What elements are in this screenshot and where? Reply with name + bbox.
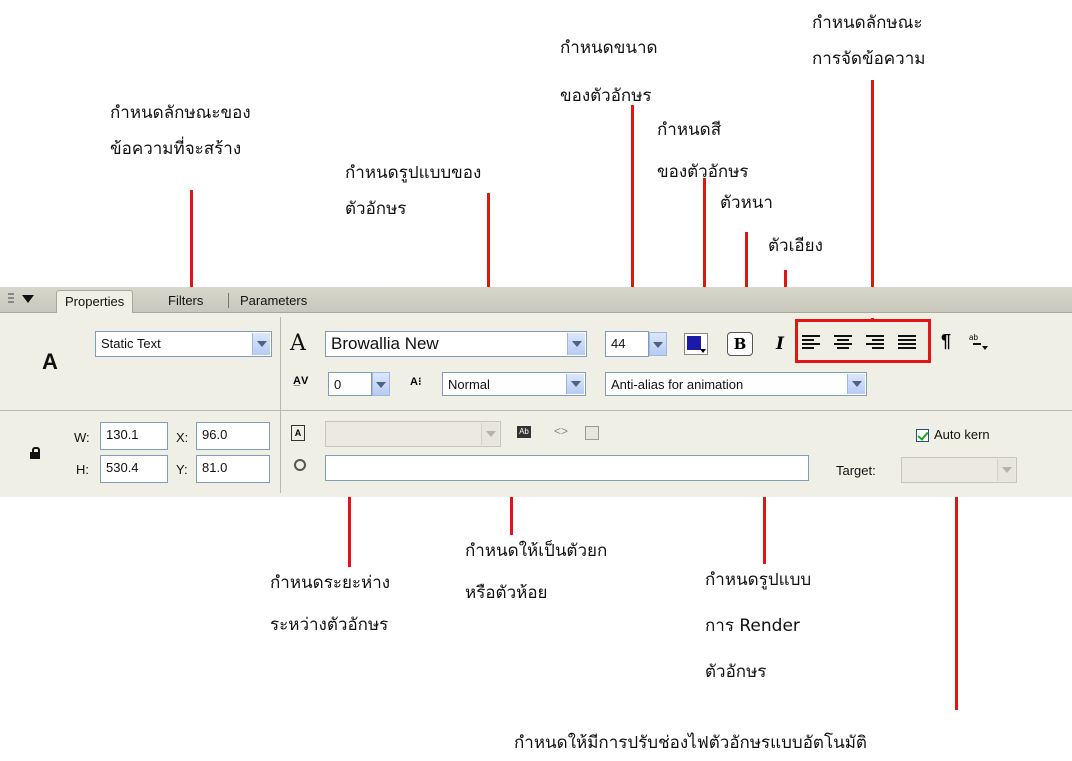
instance-name-icon: A	[291, 425, 305, 441]
x-input[interactable]: 96.0	[196, 422, 270, 450]
text-type-select[interactable]: Static Text	[95, 331, 272, 357]
collapse-arrow-icon[interactable]	[22, 295, 34, 303]
vertical-divider	[280, 317, 281, 493]
font-color-swatch[interactable]	[684, 333, 708, 355]
italic-button[interactable]: I	[770, 334, 790, 356]
annotation-line: กำหนดลักษณะ	[812, 13, 923, 33]
font-size-input[interactable]: 44	[605, 331, 649, 357]
target-label: Target:	[836, 463, 876, 478]
text-orientation-icon[interactable]: ab	[968, 333, 988, 353]
font-family-select[interactable]: Browallia New	[325, 331, 587, 357]
annotation-alignment: กำหนดลักษณะ การจัดข้อความ	[812, 5, 925, 77]
x-value: 96.0	[202, 427, 228, 442]
letter-spacing-input[interactable]: 0	[328, 372, 372, 396]
annotation-text-type: กำหนดลักษณะของ ข้อความที่จะสร้าง	[110, 95, 251, 167]
chevron-down-icon[interactable]	[566, 374, 584, 394]
char-position-value: Normal	[448, 377, 490, 392]
border-icon[interactable]	[585, 426, 599, 440]
annotation-line: กำหนดระยะห่าง	[270, 573, 391, 593]
y-value: 81.0	[202, 460, 228, 475]
letter-spacing-value: 0	[334, 377, 342, 392]
align-justify-icon[interactable]	[898, 335, 916, 351]
y-input[interactable]: 81.0	[196, 455, 270, 483]
annotation-line: ระหว่างตัวอักษร	[270, 615, 389, 635]
font-icon: A	[290, 331, 306, 356]
width-label: W:	[74, 430, 90, 445]
instance-select[interactable]	[325, 421, 501, 447]
auto-kern-label: Auto kern	[934, 427, 990, 442]
height-input[interactable]: 530.4	[100, 455, 168, 483]
font-size-value: 44	[611, 336, 626, 351]
chevron-down-icon[interactable]	[847, 374, 865, 394]
tab-properties[interactable]: Properties	[56, 290, 134, 313]
annotation-line: กำหนดสี	[657, 120, 722, 140]
annotation-line: กำหนดขนาด	[560, 38, 658, 58]
letter-spacing-icon: A̲V	[293, 375, 309, 387]
leader-alignment-top	[871, 318, 874, 321]
annotation-char-position: กำหนดให้เป็นตัวยก หรือตัวห้อย	[465, 533, 607, 611]
annotation-line: ของตัวอักษร	[560, 86, 652, 106]
properties-panel: Properties Filters Parameters A Static T…	[0, 287, 1072, 497]
selectable-text-icon[interactable]: Ab	[517, 426, 531, 438]
text-tool-icon: A	[42, 349, 58, 374]
chevron-down-icon[interactable]	[997, 459, 1015, 481]
annotation-line: หรือตัวห้อย	[465, 583, 548, 603]
x-label: X:	[176, 430, 189, 445]
annotation-line: ข้อความที่จะสร้าง	[110, 139, 242, 159]
align-left-icon[interactable]	[802, 335, 820, 351]
annotation-line: ตัวอักษร	[345, 199, 407, 219]
annotation-render: กำหนดรูปแบบ การ Render ตัวอักษร	[705, 562, 811, 690]
annotation-line: กำหนดให้เป็นตัวยก	[465, 541, 608, 561]
target-select[interactable]	[901, 457, 1017, 483]
align-right-icon[interactable]	[866, 335, 884, 351]
horizontal-divider	[0, 410, 1072, 411]
annotation-italic: ตัวเอียง	[768, 236, 823, 256]
render-mode-select[interactable]: Anti-alias for animation	[605, 372, 867, 396]
render-mode-value: Anti-alias for animation	[611, 377, 744, 392]
height-label: H:	[76, 462, 89, 477]
annotation-line: กำหนดลักษณะของ	[110, 103, 251, 123]
link-icon	[294, 459, 306, 471]
tab-separator	[228, 293, 229, 308]
chevron-down-icon	[700, 349, 706, 353]
bold-button[interactable]: B	[727, 332, 753, 356]
annotation-line: กำหนดรูปแบบของ	[345, 163, 482, 183]
font-size-slider-button[interactable]	[649, 332, 667, 356]
chevron-down-icon[interactable]	[481, 423, 499, 445]
url-input[interactable]	[325, 455, 809, 481]
paragraph-format-icon[interactable]: ¶	[941, 331, 951, 352]
tab-parameters[interactable]: Parameters	[232, 290, 315, 312]
annotation-line: กำหนดรูปแบบ	[705, 570, 812, 590]
annotation-bold: ตัวหนา	[720, 193, 773, 213]
chevron-down-icon[interactable]	[252, 333, 270, 355]
lock-icon[interactable]	[30, 447, 40, 459]
annotation-font-family: กำหนดรูปแบบของ ตัวอักษร	[345, 155, 481, 227]
leader-alignment	[871, 80, 874, 320]
char-position-icon: A⁝	[410, 376, 422, 388]
annotation-auto-kern: กำหนดให้มีการปรับช่องไฟตัวอักษรแบบอัตโนม…	[514, 733, 867, 753]
width-input[interactable]: 130.1	[100, 422, 168, 450]
char-position-select[interactable]: Normal	[442, 372, 586, 396]
annotation-letter-spacing: กำหนดระยะห่าง ระหว่างตัวอักษร	[270, 565, 390, 643]
tab-filters[interactable]: Filters	[160, 290, 211, 312]
annotation-line: การจัดข้อความ	[812, 49, 926, 69]
width-value: 130.1	[106, 427, 139, 442]
align-center-icon[interactable]	[834, 335, 852, 351]
chevron-down-icon[interactable]	[567, 333, 585, 355]
grip-handle[interactable]	[8, 293, 14, 305]
auto-kern-checkbox[interactable]	[916, 429, 929, 442]
letter-spacing-slider-button[interactable]	[372, 372, 390, 396]
font-family-value: Browallia New	[331, 334, 439, 353]
height-value: 530.4	[106, 460, 139, 475]
annotation-line: ตัวอักษร	[705, 662, 767, 682]
tab-bar: Properties Filters Parameters	[0, 287, 1072, 313]
text-type-value: Static Text	[101, 336, 161, 351]
color-fill	[687, 336, 701, 350]
annotation-font-size: กำหนดขนาด ของตัวอักษร	[560, 30, 658, 114]
html-render-icon[interactable]: <>	[554, 424, 568, 438]
annotation-line: การ Render	[705, 616, 800, 636]
y-label: Y:	[176, 462, 188, 477]
